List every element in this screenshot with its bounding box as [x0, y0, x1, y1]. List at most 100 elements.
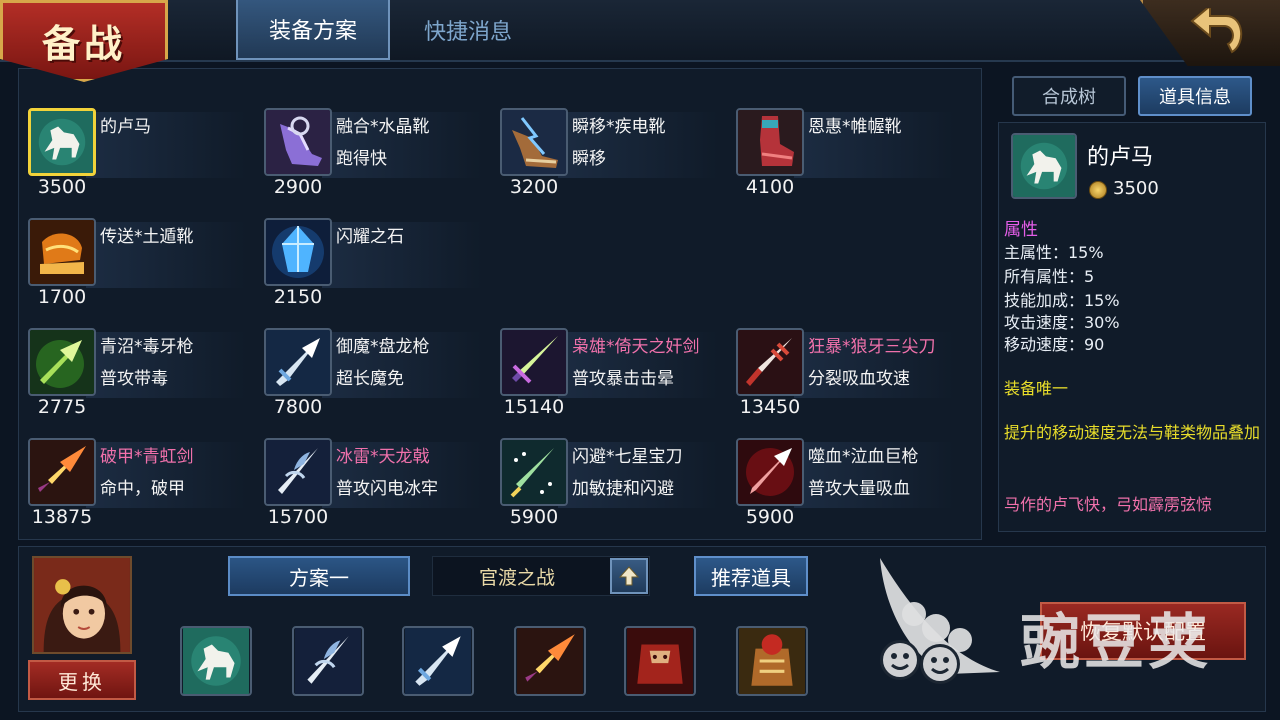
item-card[interactable]: 13875 破甲*青虹剑 命中，破甲	[18, 438, 250, 542]
equip-slot[interactable]	[736, 626, 808, 696]
item-price: 2900	[273, 176, 323, 198]
item-desc: 命中，破甲	[100, 479, 185, 499]
crystal-boots-icon	[264, 108, 332, 176]
white-horse-icon	[28, 108, 96, 176]
info-item-name: 的卢马	[1087, 145, 1154, 170]
item-price: 13875	[31, 506, 93, 528]
armored-warrior-icon	[739, 628, 805, 694]
dragon-spear-icon	[264, 328, 332, 396]
lightning-boots-icon	[500, 108, 568, 176]
item-desc: 普攻闪电冰牢	[336, 479, 438, 499]
page-title: 备战	[41, 21, 126, 66]
tab-equipment-plan[interactable]: 装备方案	[236, 0, 390, 60]
item-card[interactable]: 15700 冰雷*天龙戟 普攻闪电冰牢	[254, 438, 486, 542]
item-desc: 瞬移	[572, 149, 606, 169]
attribute-line: 攻击速度：30%	[1004, 313, 1120, 332]
item-card[interactable]: 2900 融合*水晶靴 跑得快	[254, 108, 486, 212]
plan-selector-button[interactable]: 方案一	[228, 556, 410, 596]
item-desc: 加敏捷和闪避	[572, 479, 674, 499]
synthesis-tree-button[interactable]: 合成树	[1012, 76, 1126, 116]
blue-crystal-icon	[264, 218, 332, 286]
item-price: 2150	[273, 286, 323, 308]
stacking-note: 提升的移动速度无法与鞋类物品叠加	[1004, 423, 1261, 442]
item-card[interactable]: 2775 青沼*毒牙枪 普攻带毒	[18, 328, 250, 432]
white-horse-icon	[1011, 133, 1077, 199]
unique-equip-text: 装备唯一	[1004, 379, 1069, 398]
item-price: 15700	[267, 506, 329, 528]
item-name: 的卢马	[100, 117, 151, 137]
item-name: 噬血*泣血巨枪	[808, 447, 919, 467]
arrow-up-icon	[618, 566, 640, 586]
item-price: 15140	[503, 396, 565, 418]
attribute-line: 所有属性：5	[1004, 267, 1095, 286]
item-name: 破甲*青虹剑	[100, 447, 194, 467]
equip-slot[interactable]	[624, 626, 696, 696]
item-price: 5900	[509, 506, 559, 528]
item-card[interactable]: 3200 瞬移*疾电靴 瞬移	[490, 108, 722, 212]
item-price: 2775	[37, 396, 87, 418]
item-desc: 超长魔免	[336, 369, 404, 389]
item-price: 4100	[745, 176, 795, 198]
item-desc: 普攻带毒	[100, 369, 168, 389]
attribute-line: 技能加成：15%	[1004, 291, 1120, 310]
red-boots-icon	[736, 108, 804, 176]
flavor-text: 马作的卢飞快，弓如霹雳弦惊	[1004, 495, 1213, 514]
item-name: 枭雄*倚天之奸剑	[572, 337, 700, 357]
tab-quick-message[interactable]: 快捷消息	[392, 0, 544, 60]
item-name: 冰雷*天龙戟	[336, 447, 430, 467]
item-desc: 跑得快	[336, 149, 387, 169]
trident-blade-icon	[736, 328, 804, 396]
hero-avatar	[32, 556, 132, 654]
dragon-spear-icon	[405, 628, 471, 694]
item-name: 闪耀之石	[336, 227, 404, 247]
item-desc: 普攻大量吸血	[808, 479, 910, 499]
item-price: 5900	[745, 506, 795, 528]
item-price: 3500	[37, 176, 87, 198]
item-card[interactable]: 1700 传送*土遁靴	[18, 218, 250, 322]
item-card[interactable]: 5900 闪避*七星宝刀 加敏捷和闪避	[490, 438, 722, 542]
battle-mode-toggle-button[interactable]	[610, 558, 648, 594]
seven-star-blade-icon	[500, 438, 568, 506]
attribute-line: 主属性：15%	[1004, 243, 1104, 262]
change-hero-button[interactable]: 更换	[28, 660, 136, 700]
item-name: 狂暴*狼牙三尖刀	[808, 337, 936, 357]
equip-slot[interactable]	[402, 626, 474, 696]
item-price: 7800	[273, 396, 323, 418]
earth-boots-icon	[28, 218, 96, 286]
item-card[interactable]: 13450 狂暴*狼牙三尖刀 分裂吸血攻速	[726, 328, 958, 432]
item-card[interactable]: 15140 枭雄*倚天之奸剑 普攻暴击击晕	[490, 328, 722, 432]
golden-sword-icon	[517, 628, 583, 694]
golden-sword-icon	[28, 438, 96, 506]
item-card[interactable]: 5900 噬血*泣血巨枪 普攻大量吸血	[726, 438, 958, 542]
equip-slot[interactable]	[514, 626, 586, 696]
equip-slot[interactable]	[180, 626, 252, 696]
item-info-panel: 的卢马 3500 属性 主属性：15% 所有属性：5 技能加成：15% 攻击速度…	[998, 122, 1266, 532]
top-bar	[0, 0, 1280, 62]
info-item-price: 3500	[1113, 178, 1159, 199]
item-name: 御魔*盘龙枪	[336, 337, 430, 357]
item-price: 1700	[37, 286, 87, 308]
halberd-icon	[264, 438, 332, 506]
blood-spear-icon	[736, 438, 804, 506]
item-desc: 普攻暴击击晕	[572, 369, 674, 389]
item-info-button[interactable]: 道具信息	[1138, 76, 1252, 116]
white-horse-icon	[183, 628, 249, 694]
item-card[interactable]: 3500 的卢马	[18, 108, 250, 212]
attribute-line: 移动速度：90	[1004, 335, 1105, 354]
item-name: 传送*土遁靴	[100, 227, 194, 247]
attributes-heading: 属性	[1004, 220, 1038, 240]
equip-slot[interactable]	[292, 626, 364, 696]
restore-default-button[interactable]: 恢复默认配置	[1040, 602, 1246, 660]
green-sword-icon	[500, 328, 568, 396]
item-name: 瞬移*疾电靴	[572, 117, 666, 137]
item-card[interactable]: 7800 御魔*盘龙枪 超长魔免	[254, 328, 486, 432]
item-card[interactable]: 2150 闪耀之石	[254, 218, 486, 322]
item-name: 闪避*七星宝刀	[572, 447, 683, 467]
item-card[interactable]: 4100 恩惠*帷幄靴	[726, 108, 958, 212]
item-name: 青沼*毒牙枪	[100, 337, 194, 357]
item-name: 恩惠*帷幄靴	[808, 117, 902, 137]
item-name: 融合*水晶靴	[336, 117, 430, 137]
item-price: 13450	[739, 396, 801, 418]
recommend-items-button[interactable]: 推荐道具	[694, 556, 808, 596]
red-demon-armor-icon	[627, 628, 693, 694]
